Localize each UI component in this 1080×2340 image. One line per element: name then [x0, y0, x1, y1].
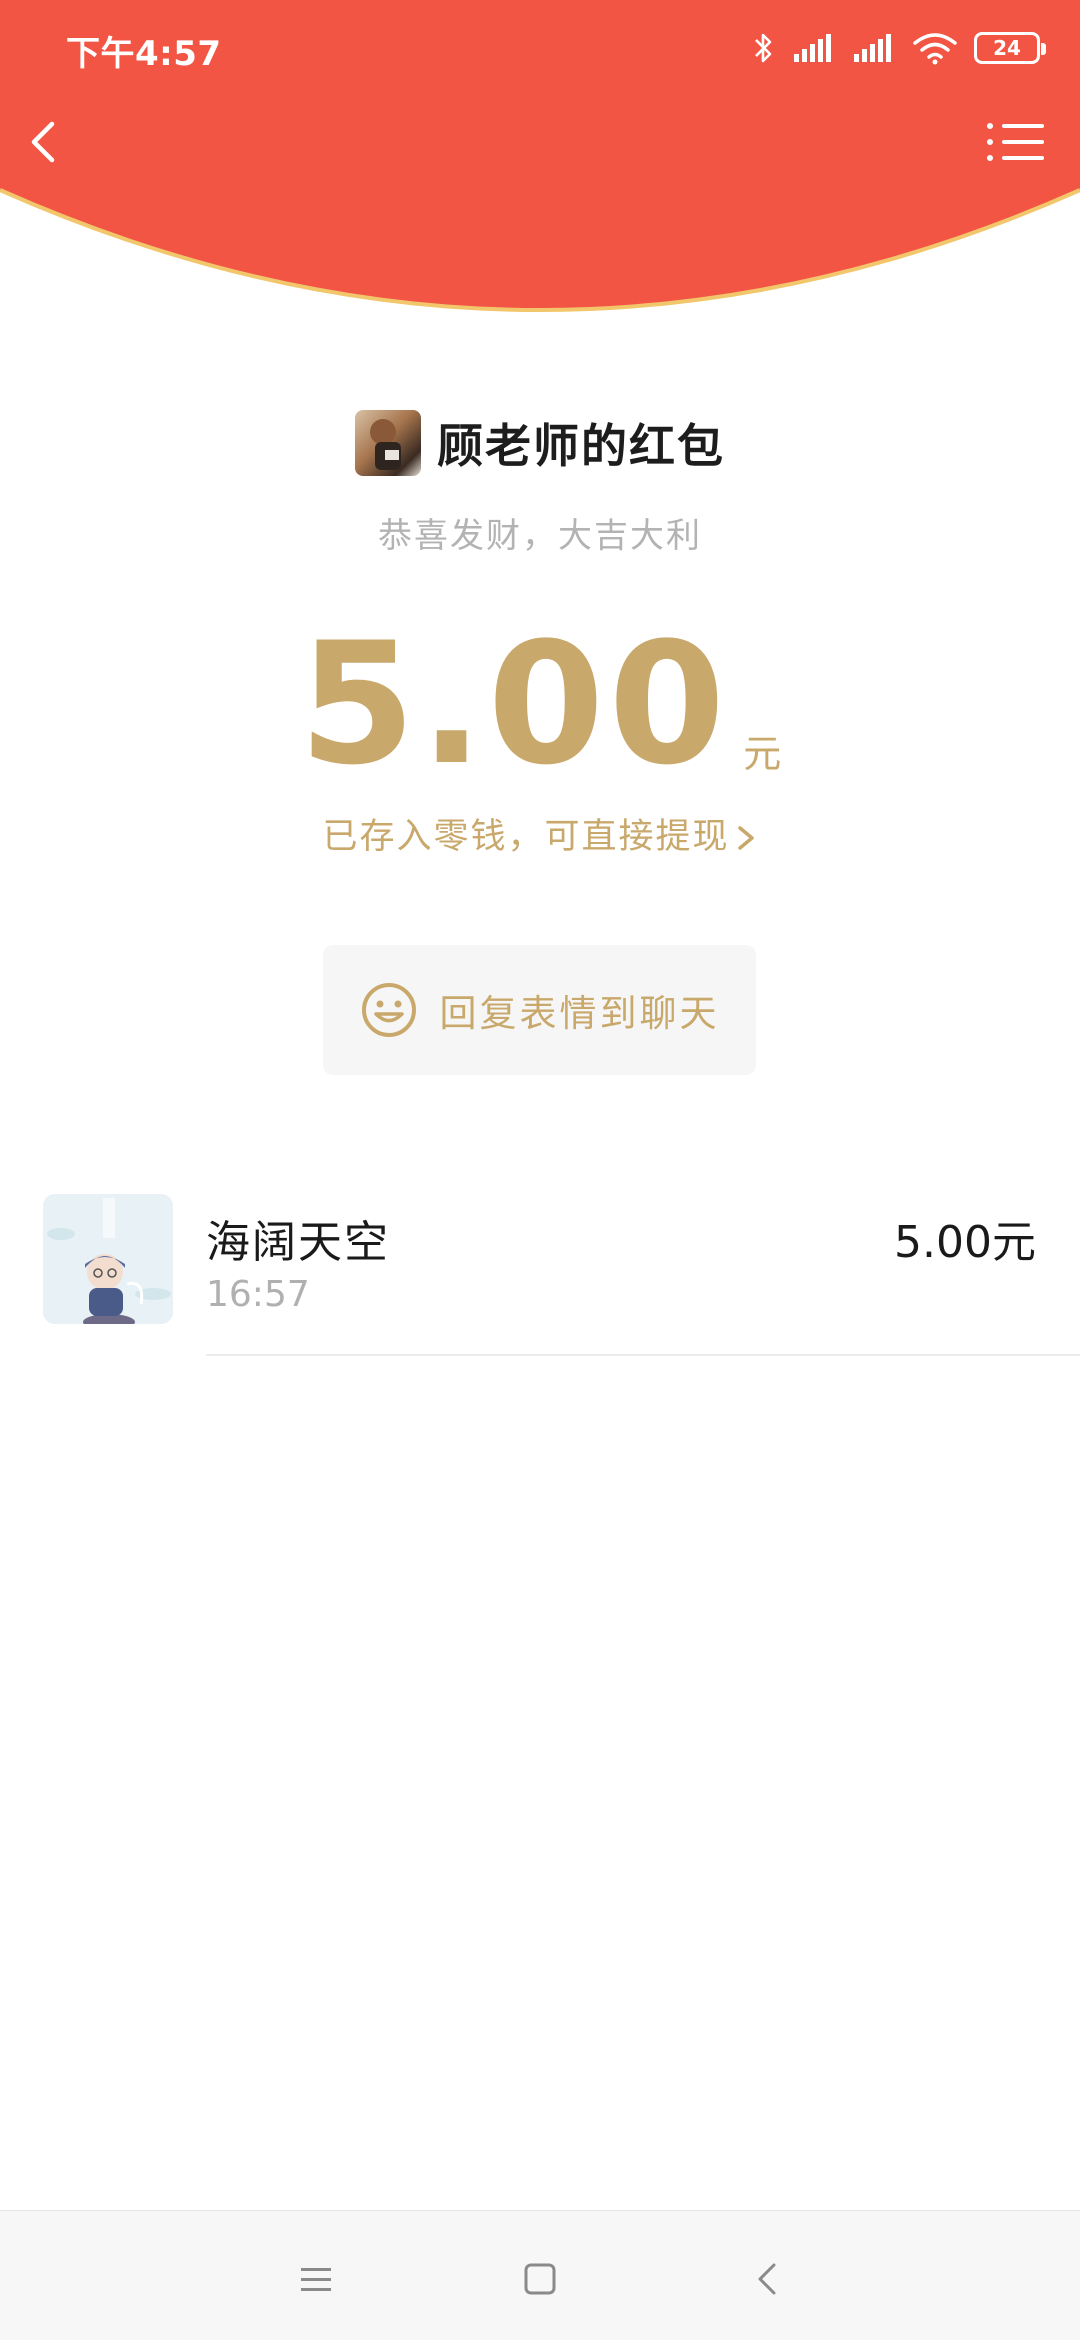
reply-sticker-label: 回复表情到聊天 — [439, 992, 720, 1035]
wifi-icon — [913, 33, 957, 65]
battery-level: 24 — [993, 36, 1021, 60]
status-bar: 下午4:57 24 — [0, 0, 1080, 95]
back-arrow-icon[interactable] — [18, 110, 78, 174]
battery-icon: 24 — [974, 32, 1046, 64]
list-menu-icon[interactable] — [980, 112, 1050, 172]
divider — [206, 1354, 1080, 1356]
amount-value: 5.00 — [298, 606, 730, 802]
status-time: 下午4:57 — [66, 34, 222, 74]
receive-time: 16:57 — [206, 1274, 310, 1315]
home-icon[interactable] — [512, 2251, 568, 2307]
system-nav-bar — [0, 2210, 1080, 2340]
menu-icon[interactable] — [288, 2251, 344, 2307]
chevron-right-icon — [737, 826, 754, 850]
back-icon[interactable] — [740, 2251, 796, 2307]
status-icons: 24 — [752, 28, 1046, 68]
amount-unit: 元 — [743, 732, 782, 776]
reply-sticker-button[interactable]: 回复表情到聊天 — [323, 945, 756, 1075]
signal-icon — [794, 34, 831, 62]
amount-display: 5.00 元 — [0, 620, 1080, 788]
receiver-name: 海阔天空 — [206, 1217, 390, 1268]
deposit-note: 已存入零钱，可直接提现 — [322, 817, 730, 857]
receiver-avatar[interactable] — [43, 1194, 173, 1324]
red-packet-detail-page: 下午4:57 24 顾老师的红包 恭喜发财，大吉大利 5.00 元 已存入零钱，… — [0, 0, 1080, 2340]
signal-icon — [854, 34, 891, 62]
received-amount: 5.00元 — [894, 1217, 1036, 1268]
smiley-icon — [361, 983, 416, 1037]
sender: 顾老师的红包 — [0, 410, 1080, 476]
sender-name: 顾老师的红包 — [437, 419, 725, 473]
list-item[interactable]: 海阔天空 16:57 5.00元 — [0, 1192, 1080, 1357]
greeting-text: 恭喜发财，大吉大利 — [378, 516, 702, 556]
bluetooth-icon — [755, 33, 772, 63]
deposit-link[interactable]: 已存入零钱，可直接提现 — [0, 808, 1080, 859]
sender-avatar[interactable] — [355, 410, 421, 476]
